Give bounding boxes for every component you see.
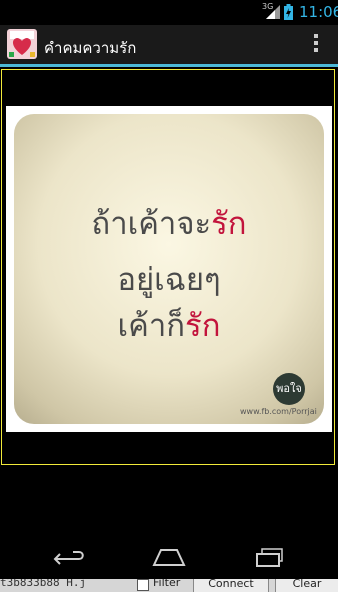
- back-icon[interactable]: [51, 545, 87, 569]
- quote-line-1-highlight: รัก: [211, 206, 247, 242]
- overflow-menu-icon[interactable]: [308, 34, 324, 54]
- quote-line-2: อยู่เฉยๆ: [117, 262, 221, 298]
- quote-line-3-highlight: รัก: [185, 308, 221, 344]
- quote-line-3: เค้าก็รัก: [14, 300, 324, 350]
- status-bar: 3G 11:06: [0, 0, 338, 25]
- quote-image[interactable]: ถ้าเค้าจะรัก อยู่เฉยๆ เค้าก็รัก พอใจ www…: [6, 106, 332, 432]
- connect-button[interactable]: Connect: [193, 579, 269, 592]
- quote-line-3-text: เค้าก็: [117, 308, 186, 344]
- porrjai-logo: พอใจ: [273, 373, 305, 405]
- signal-icon: [266, 5, 280, 19]
- debug-toolbar: t3b833b88 H.j Filter Connect Clear: [0, 579, 338, 592]
- quote-line-1: ถ้าเค้าจะรัก: [14, 198, 324, 248]
- quote-background: ถ้าเค้าจะรัก อยู่เฉยๆ เค้าก็รัก พอใจ www…: [14, 114, 324, 424]
- app-title: คำคมความรัก: [44, 39, 137, 57]
- home-icon[interactable]: [151, 545, 187, 569]
- quote-line-1-text: ถ้าเค้าจะ: [91, 206, 212, 242]
- facebook-url: www.fb.com/Porrjai: [240, 407, 317, 416]
- debug-log-text: t3b833b88 H.j: [0, 579, 87, 589]
- filter-label: Filter: [153, 579, 181, 589]
- battery-icon: [284, 4, 293, 20]
- recent-apps-icon[interactable]: [252, 545, 288, 569]
- clock: 11:06: [299, 3, 338, 21]
- action-bar-divider: [0, 64, 338, 67]
- app-logo-icon[interactable]: [7, 29, 37, 59]
- clear-button[interactable]: Clear: [275, 579, 338, 592]
- filter-checkbox[interactable]: [137, 579, 149, 591]
